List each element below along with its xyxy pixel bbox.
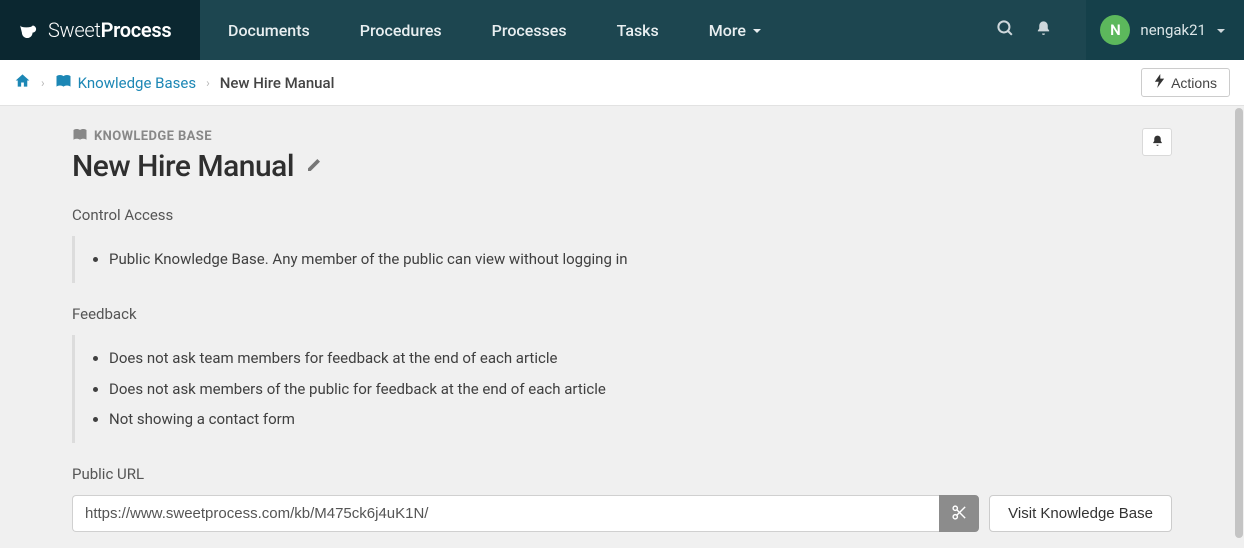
scrollbar-thumb[interactable] (1235, 108, 1243, 538)
breadcrumb-sep: › (206, 76, 210, 90)
public-url-group (72, 495, 979, 532)
brand-logo[interactable]: SweetProcess (0, 0, 200, 60)
bell-icon (1151, 134, 1164, 151)
control-access-box: Public Knowledge Base. Any member of the… (72, 236, 1172, 283)
kb-eyebrow: KNOWLEDGE BASE (72, 128, 1172, 145)
logo-cup-icon (18, 23, 40, 37)
book-icon (72, 128, 88, 145)
username: nengak21 (1140, 21, 1206, 39)
scrollbar[interactable] (1234, 60, 1244, 548)
bolt-icon (1154, 74, 1165, 91)
user-menu[interactable]: N nengak21 (1086, 0, 1244, 60)
nav-tasks[interactable]: Tasks (617, 21, 659, 40)
section-public-url-label: Public URL (72, 465, 1172, 483)
public-url-input[interactable] (72, 495, 939, 532)
feedback-box: Does not ask team members for feedback a… (72, 335, 1172, 443)
scissors-icon (951, 504, 968, 524)
notifications-button[interactable] (1035, 20, 1052, 41)
chevron-down-icon (1216, 21, 1226, 40)
visit-kb-button[interactable]: Visit Knowledge Base (989, 495, 1172, 532)
nav-links: Documents Procedures Processes Tasks Mor… (200, 21, 996, 40)
home-icon (14, 74, 31, 92)
breadcrumb-home[interactable] (14, 73, 31, 92)
pencil-icon (306, 158, 322, 177)
list-item: Public Knowledge Base. Any member of the… (109, 244, 1172, 275)
breadcrumb: › Knowledge Bases › New Hire Manual (14, 73, 334, 92)
section-control-access-label: Control Access (72, 206, 1172, 224)
nav-right: N nengak21 (996, 0, 1244, 60)
page-title-row: New Hire Manual (72, 149, 1172, 184)
book-icon (55, 74, 72, 92)
breadcrumb-current: New Hire Manual (220, 74, 335, 92)
nav-procedures[interactable]: Procedures (360, 21, 442, 40)
list-item: Does not ask members of the public for f… (109, 374, 1172, 405)
list-item: Not showing a contact form (109, 404, 1172, 435)
search-button[interactable] (996, 19, 1015, 42)
avatar: N (1100, 15, 1130, 45)
copy-url-button[interactable] (939, 495, 979, 532)
public-url-row: Visit Knowledge Base (72, 495, 1172, 532)
subscribe-button[interactable] (1142, 128, 1172, 156)
nav-more[interactable]: More (709, 21, 762, 40)
main-content: KNOWLEDGE BASE New Hire Manual Control A… (0, 106, 1244, 532)
top-nav: SweetProcess Documents Procedures Proces… (0, 0, 1244, 60)
bell-icon (1035, 20, 1052, 41)
page-title: New Hire Manual (72, 149, 294, 184)
breadcrumb-sep: › (41, 76, 45, 90)
edit-title-button[interactable] (306, 157, 322, 177)
nav-documents[interactable]: Documents (228, 21, 310, 40)
nav-processes[interactable]: Processes (492, 21, 567, 40)
section-feedback-label: Feedback (72, 305, 1172, 323)
breadcrumb-bar: › Knowledge Bases › New Hire Manual Acti… (0, 60, 1244, 106)
list-item: Does not ask team members for feedback a… (109, 343, 1172, 374)
brand-text-bold: Process (101, 18, 172, 42)
search-icon (996, 19, 1015, 42)
chevron-down-icon (752, 21, 762, 40)
breadcrumb-knowledge-bases[interactable]: Knowledge Bases (55, 74, 196, 92)
actions-button[interactable]: Actions (1141, 68, 1230, 97)
brand-text-light: Sweet (48, 18, 101, 42)
